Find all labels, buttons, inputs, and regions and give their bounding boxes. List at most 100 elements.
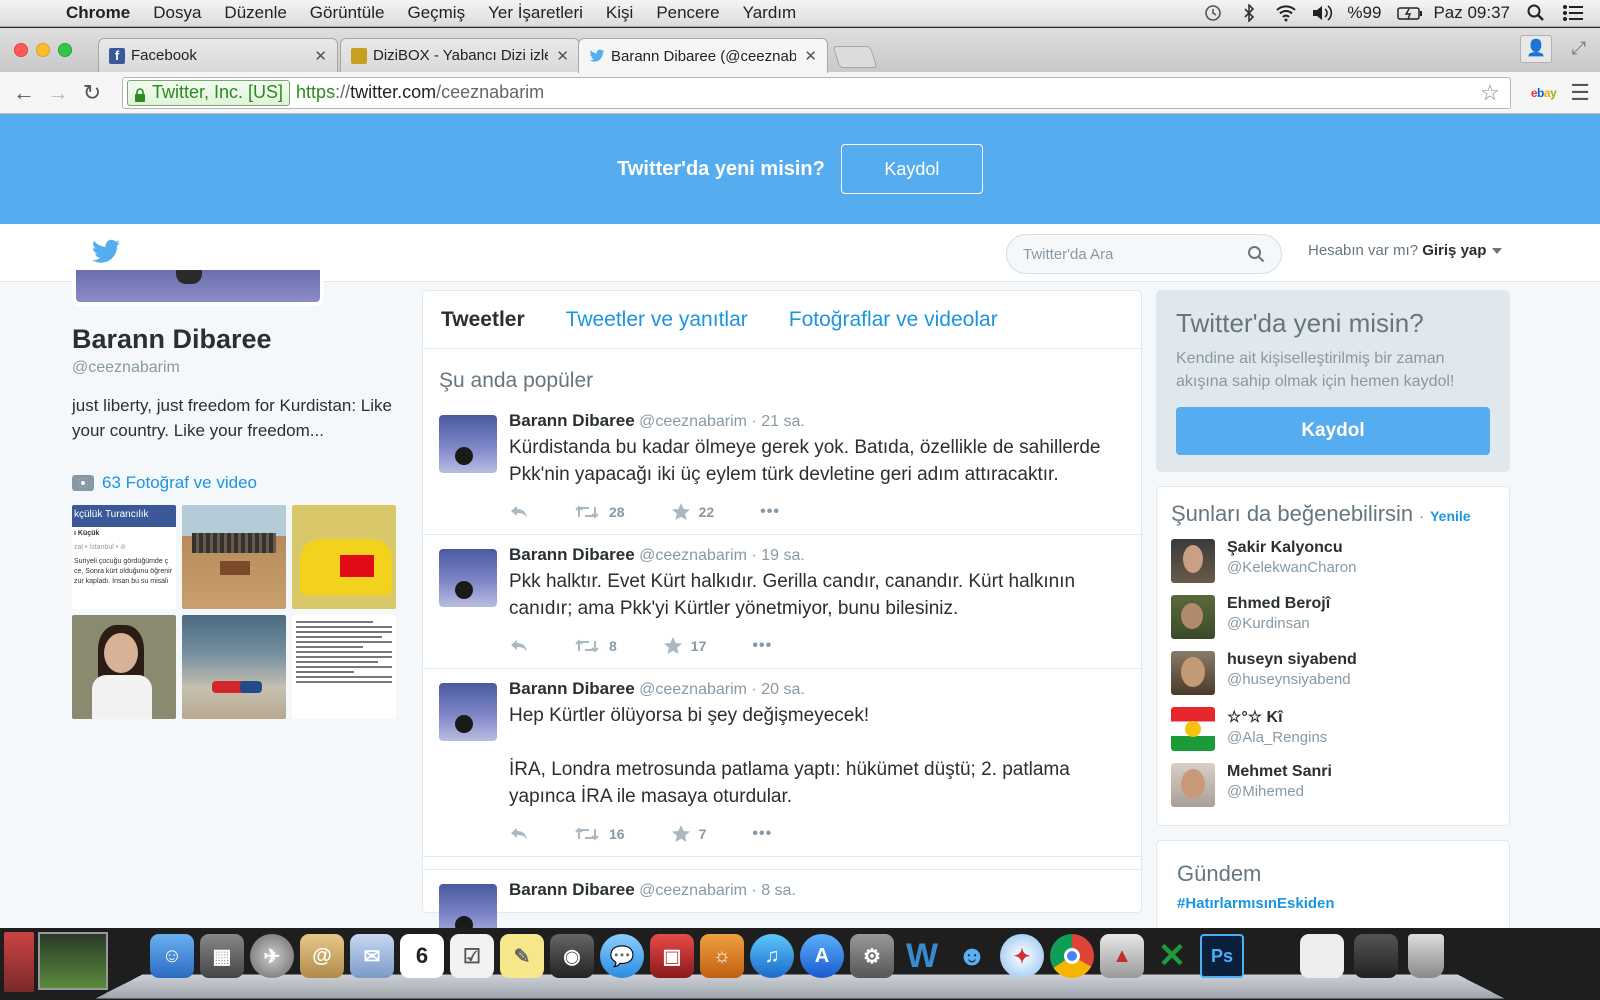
user-avatar[interactable] — [1171, 651, 1215, 695]
banner-signup-button[interactable]: Kaydol — [840, 144, 983, 194]
spotlight-search-icon[interactable] — [1526, 4, 1546, 22]
caret-down-icon[interactable] — [1492, 248, 1503, 255]
facetime-icon[interactable]: ◉ — [550, 934, 594, 978]
suggestion-handle[interactable]: @KelekwanCharon — [1227, 559, 1356, 576]
close-window-button[interactable] — [14, 43, 28, 57]
user-avatar[interactable] — [1171, 707, 1215, 751]
profile-avatar-icon[interactable]: 👤 — [1520, 35, 1552, 63]
launchpad-icon[interactable]: ✈ — [250, 934, 294, 978]
url-text[interactable]: https://twitter.com/ceeznabarim — [296, 82, 544, 103]
system-preferences-icon[interactable]: ⚙ — [850, 934, 894, 978]
menu-app-chrome[interactable]: Chrome — [66, 3, 130, 23]
notification-center-icon[interactable] — [1562, 4, 1583, 22]
battery-icon[interactable] — [1397, 4, 1423, 22]
tweet-time[interactable]: · 20 sa. — [751, 681, 804, 698]
address-bar[interactable]: Twitter, Inc. [US] https://twitter.com/c… — [122, 76, 1511, 109]
profile-avatar[interactable] — [72, 270, 324, 306]
suggestion-item[interactable]: Ehmed Berojî @Kurdinsan — [1171, 595, 1495, 639]
photos-videos-link[interactable]: 63 Fotoğraf ve video — [72, 473, 412, 493]
close-tab-icon[interactable]: ✕ — [556, 47, 569, 65]
back-arrow-icon[interactable]: ← — [10, 80, 38, 106]
media-thumb[interactable] — [292, 505, 396, 609]
media-thumb[interactable] — [72, 615, 176, 719]
tweet-avatar[interactable] — [439, 683, 497, 741]
chrome-icon[interactable] — [1050, 934, 1094, 978]
suggestion-name[interactable]: huseyn siyabend — [1227, 651, 1357, 669]
suggestion-name[interactable]: Şakir Kalyoncu — [1227, 539, 1356, 557]
forward-arrow-icon[interactable]: → — [44, 80, 72, 106]
bluetooth-icon[interactable] — [1239, 3, 1259, 23]
suggestion-handle[interactable]: @Mihemed — [1227, 783, 1332, 800]
user-avatar[interactable] — [1171, 595, 1215, 639]
mail-stamp-icon[interactable]: ✉ — [350, 934, 394, 978]
trash-icon[interactable] — [1408, 934, 1444, 978]
suggestion-handle[interactable]: @Ala_Rengins — [1227, 729, 1327, 746]
favorite-button[interactable]: 22 — [671, 502, 714, 522]
retweet-button[interactable]: 8 — [575, 638, 617, 654]
retweet-button[interactable]: 16 — [575, 826, 625, 842]
trend-item[interactable]: #HatırlarmısınEskiden — [1177, 895, 1489, 912]
tweet[interactable]: Barann Dibaree @ceeznabarim · 8 sa. — [423, 869, 1141, 928]
menu-goruntule[interactable]: Görüntüle — [310, 3, 385, 23]
clock[interactable]: Paz 09:37 — [1433, 3, 1510, 23]
tweet-author-name[interactable]: Barann Dibaree — [509, 880, 635, 899]
fullscreen-icon[interactable]: ⤢ — [1572, 38, 1586, 59]
tweet-author-name[interactable]: Barann Dibaree — [509, 679, 635, 698]
reminders-icon[interactable]: ☑ — [450, 934, 494, 978]
twitter-logo-icon[interactable] — [90, 238, 122, 266]
suggestion-name[interactable]: Mehmet Sanri — [1227, 763, 1332, 781]
tweet-author-name[interactable]: Barann Dibaree — [509, 545, 635, 564]
excel-icon[interactable]: ✕ — [1150, 934, 1194, 978]
media-thumb[interactable] — [292, 615, 396, 719]
login-link[interactable]: Giriş yap — [1422, 242, 1486, 259]
suggestion-item[interactable]: huseyn siyabend @huseynsiyabend — [1171, 651, 1495, 695]
favorite-button[interactable]: 7 — [671, 824, 706, 844]
tweet-author-handle[interactable]: @ceeznabarim — [639, 882, 747, 899]
tab-tweets-replies[interactable]: Tweetler ve yanıtlar — [566, 308, 748, 332]
ebay-extension-icon[interactable]: ebay — [1531, 86, 1557, 100]
volume-icon[interactable] — [1311, 4, 1333, 22]
word-icon[interactable]: W — [900, 934, 944, 978]
tweet[interactable]: Barann Dibaree @ceeznabarim · 19 sa. Pkk… — [423, 535, 1141, 669]
tweet-avatar[interactable] — [439, 884, 497, 928]
user-avatar[interactable] — [1171, 763, 1215, 807]
tweet-avatar[interactable] — [439, 549, 497, 607]
user-avatar[interactable] — [1171, 539, 1215, 583]
ev-certificate-badge[interactable]: Twitter, Inc. [US] — [127, 79, 291, 106]
app-store-icon[interactable]: A — [800, 934, 844, 978]
close-tab-icon[interactable]: ✕ — [314, 47, 327, 65]
media-thumb[interactable] — [182, 615, 286, 719]
suggestion-handle[interactable]: @Kurdinsan — [1227, 615, 1330, 632]
finder-icon[interactable]: ☺ — [150, 934, 194, 978]
tab-twitter-active[interactable]: Barann Dibaree (@ceeznab ✕ — [578, 38, 828, 73]
menu-duzenle[interactable]: Düzenle — [224, 3, 286, 23]
chrome-menu-icon[interactable]: ☰ — [1570, 80, 1590, 106]
retweet-button[interactable]: 28 — [575, 504, 625, 520]
bookmark-star-icon[interactable]: ☆ — [1480, 80, 1500, 106]
menu-yer-isaretleri[interactable]: Yer İşaretleri — [488, 3, 583, 23]
search-icon[interactable] — [1247, 245, 1265, 263]
documents-stack-icon[interactable] — [1300, 934, 1344, 978]
photo-booth-icon[interactable]: ▣ — [650, 934, 694, 978]
notes-icon[interactable]: ✎ — [500, 934, 544, 978]
reply-icon[interactable] — [509, 827, 529, 841]
tweet-author-handle[interactable]: @ceeznabarim — [639, 413, 747, 430]
suggestion-item[interactable]: Mehmet Sanri @Mihemed — [1171, 763, 1495, 807]
menu-gecmis[interactable]: Geçmiş — [407, 3, 465, 23]
minimized-window-thumb[interactable] — [38, 932, 108, 990]
menu-dosya[interactable]: Dosya — [153, 3, 201, 23]
suggestion-handle[interactable]: @huseynsiyabend — [1227, 671, 1357, 688]
photoshop-icon[interactable]: Ps — [1200, 934, 1244, 978]
menu-pencere[interactable]: Pencere — [656, 3, 719, 23]
tab-facebook[interactable]: f Facebook ✕ — [98, 38, 338, 72]
reply-icon[interactable] — [509, 639, 529, 653]
autocad-icon[interactable]: ▲ — [1100, 934, 1144, 978]
tweet-author-handle[interactable]: @ceeznabarim — [639, 547, 747, 564]
itunes-icon[interactable]: ♫ — [750, 934, 794, 978]
contacts-icon[interactable]: @ — [300, 934, 344, 978]
safari-compass-icon[interactable]: ✦ — [1000, 934, 1044, 978]
tab-photos-videos[interactable]: Fotoğraflar ve videolar — [789, 308, 998, 332]
tweet-time[interactable]: · 21 sa. — [751, 413, 804, 430]
new-tab-button[interactable] — [832, 46, 878, 68]
calendar-icon[interactable]: 6 — [400, 934, 444, 978]
